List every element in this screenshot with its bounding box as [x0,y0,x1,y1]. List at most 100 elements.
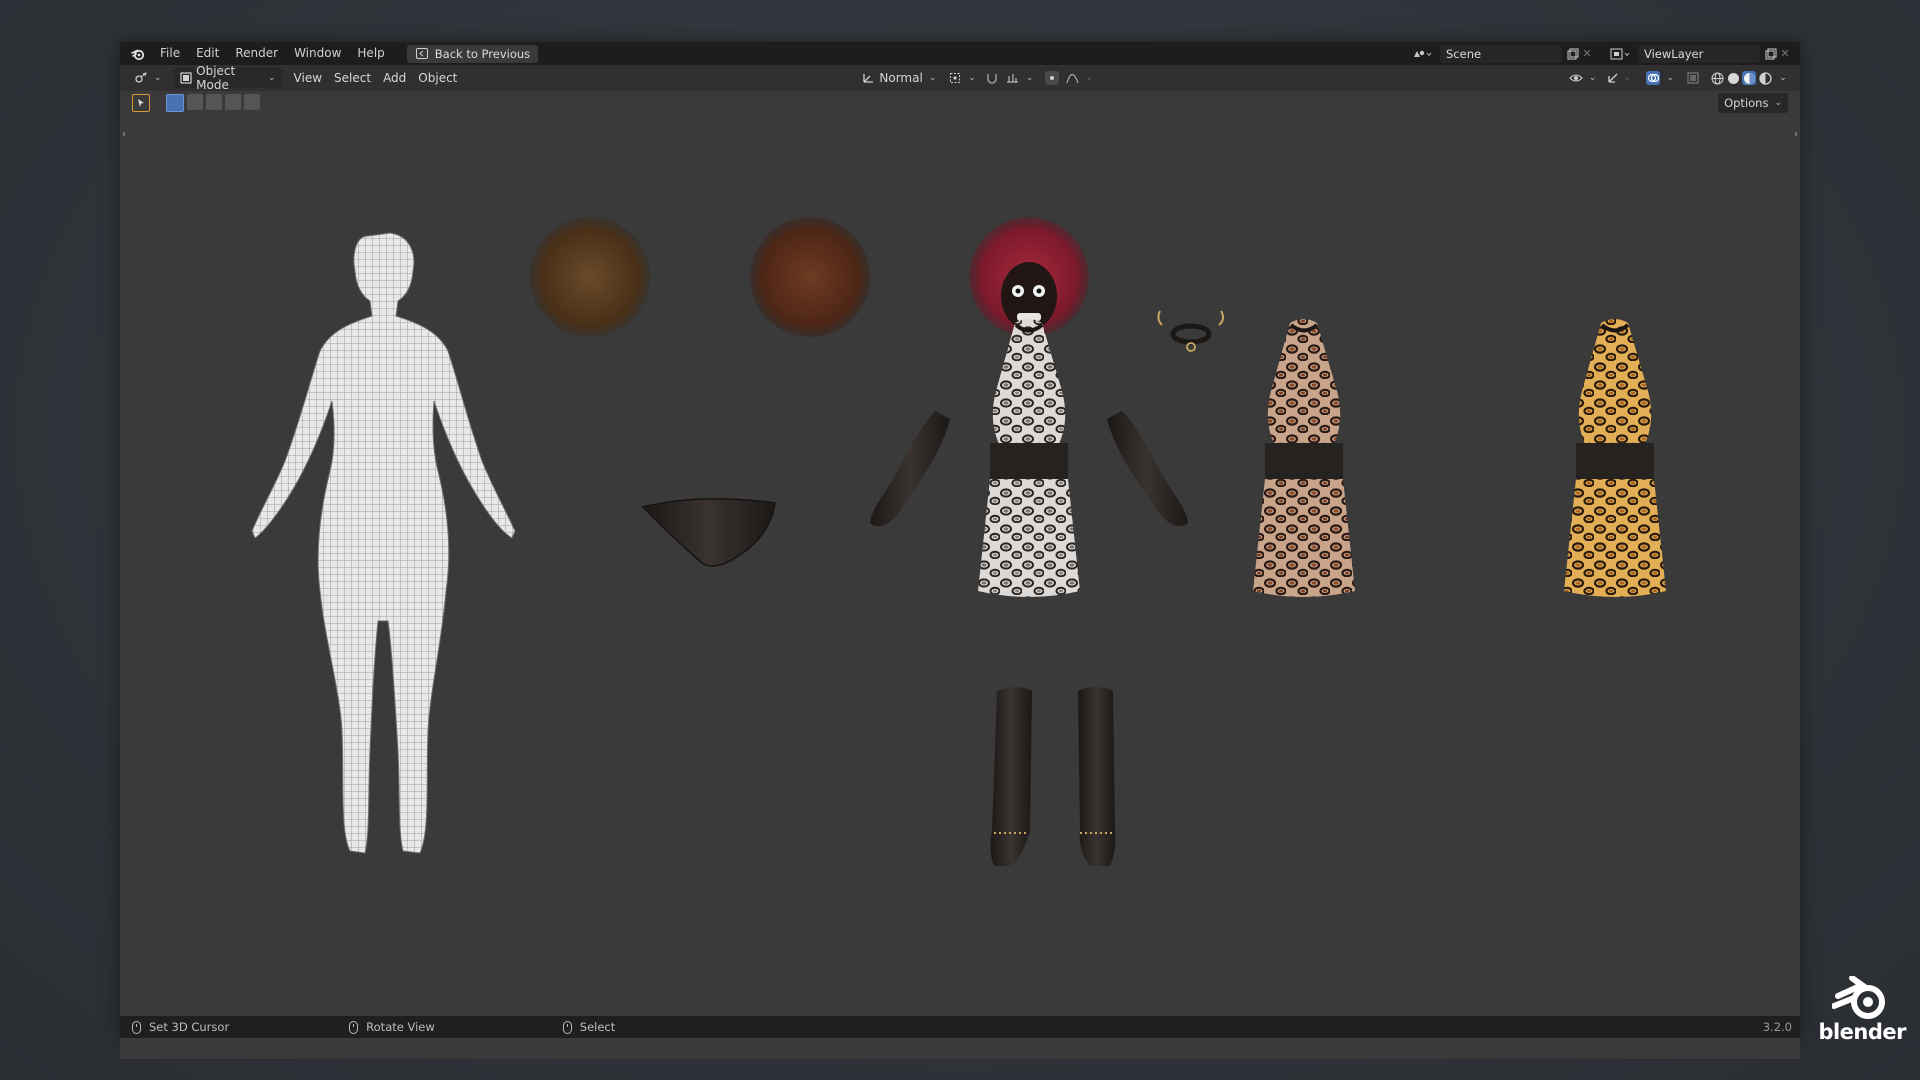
options-label: Options [1724,96,1769,110]
scene-canvas[interactable] [120,91,1800,1016]
chevron-down-icon: ⌄ [1085,73,1093,83]
tool-settings-row: Options ⌄ [120,91,1800,115]
status-right-click: Select [562,1020,616,1034]
view-layer-name: ViewLayer [1644,46,1704,61]
selection-mode-group [166,94,260,112]
scene-name-field[interactable]: Scene [1440,44,1562,63]
snap-icon [1006,71,1020,85]
dress-brown-leopard[interactable] [1253,319,1355,597]
blender-logo-icon [1832,976,1886,1019]
hair-afro-auburn[interactable] [750,217,870,337]
chevron-down-icon: ⌄ [1025,73,1034,83]
status-right-click-label: Select [579,1020,616,1034]
snap-target-dropdown[interactable]: ⌄ [1000,68,1040,88]
new-view-layer-icon[interactable] [1764,47,1778,61]
shading-mode-group [1710,71,1772,85]
shading-options-icon[interactable]: ⌄ [1776,71,1790,85]
shading-material-icon[interactable] [1742,71,1756,85]
glove-left[interactable] [870,411,950,527]
sidebar-expand-arrow-icon[interactable]: ‹ [1794,129,1798,140]
view-layer-icon[interactable] [1608,47,1634,61]
orientation-icon [861,71,875,85]
falloff-dropdown[interactable]: ⌄ [1059,68,1099,88]
transform-orientation-dropdown[interactable]: Normal ⌄ [855,68,942,88]
view-layer-field[interactable]: ViewLayer [1638,44,1760,63]
select-subtract-icon[interactable] [206,94,222,110]
overlay-dropdown[interactable]: ⌄ [1640,68,1680,88]
editor-type-button[interactable]: ⌄ [128,68,168,88]
jewelry-earrings-choker[interactable] [1157,310,1225,352]
select-intersect-icon[interactable] [244,94,260,110]
menu-view[interactable]: View [288,68,328,88]
shading-wire-icon[interactable] [1710,71,1724,85]
status-middle-click: Rotate View [349,1020,435,1034]
mode-selector[interactable]: Object Mode ⌄ [173,64,282,92]
chevron-down-icon: ⌄ [154,73,162,83]
delete-scene-icon[interactable]: ✕ [1580,47,1594,61]
snap-toggle-icon[interactable] [986,71,1000,85]
scene-selector-icon[interactable] [1410,47,1436,61]
visibility-icon [1569,71,1583,85]
pivot-icon [948,71,962,85]
overlay-icon [1646,71,1661,85]
back-icon [415,47,429,61]
xray-icon[interactable] [1686,71,1700,85]
hair-afro-brown[interactable] [530,217,650,337]
glove-right[interactable] [1107,411,1188,527]
blender-wordmark: blender [1818,1020,1906,1044]
chevron-down-icon: ⌄ [268,73,276,83]
dress-snow-leopard[interactable] [978,319,1080,597]
chevron-down-icon: ⌄ [1774,98,1782,108]
back-to-previous-label: Back to Previous [434,46,531,61]
status-bar: Set 3D Cursor Rotate View Select 3.2.0 [120,1016,1800,1038]
select-invert-icon[interactable] [225,94,241,110]
mouse-left-icon [132,1020,141,1034]
menu-help[interactable]: Help [349,42,392,65]
menu-window[interactable]: Window [286,42,349,65]
pivot-point-dropdown[interactable]: ⌄ [942,68,982,88]
options-dropdown[interactable]: Options ⌄ [1718,93,1788,113]
mouse-right-icon [562,1020,572,1034]
viewport-header: ⌄ Object Mode ⌄ View Select Add Object N… [120,64,1800,92]
blender-logo-icon[interactable] [130,46,146,62]
toolbar-expand-arrow-icon[interactable]: › [122,129,126,140]
select-tool-icon[interactable] [132,94,150,112]
menu-edit[interactable]: Edit [188,42,227,65]
chevron-down-icon: ⌄ [1588,73,1597,83]
base-body-mesh[interactable] [251,232,516,854]
gizmo-dropdown-icon[interactable]: ⌄ [1620,71,1634,85]
falloff-icon [1065,71,1079,85]
blender-brand-mark: blender [1818,976,1906,1044]
gizmo-icon[interactable] [1606,71,1620,85]
proportional-icon[interactable] [1045,71,1060,85]
underwear-mesh[interactable] [641,498,776,567]
shading-solid-icon[interactable] [1726,71,1740,85]
chevron-down-icon: ⌄ [968,73,976,83]
menu-render[interactable]: Render [227,42,286,65]
status-middle-click-label: Rotate View [366,1020,435,1034]
3d-viewport[interactable]: Options ⌄ › ‹ [120,91,1800,1059]
select-new-icon[interactable] [166,94,184,112]
status-left-click: Set 3D Cursor [132,1020,229,1034]
chevron-down-icon: ⌄ [1666,73,1674,83]
dress-gold-leopard[interactable] [1564,319,1666,597]
mode-label: Object Mode [196,64,236,92]
status-left-click-label: Set 3D Cursor [149,1020,230,1034]
top-bar: File Edit Render Window Help Back to Pre… [120,42,1800,65]
delete-view-layer-icon[interactable]: ✕ [1778,47,1792,61]
orientation-label: Normal [879,71,923,85]
boots-pair[interactable] [990,687,1116,866]
object-mode-icon [180,71,193,85]
menu-add[interactable]: Add [377,68,412,88]
new-scene-icon[interactable] [1566,47,1580,61]
scene-name: Scene [1446,46,1482,61]
menu-object[interactable]: Object [412,68,463,88]
select-extend-icon[interactable] [187,94,203,110]
menu-file[interactable]: File [152,42,188,65]
menu-select[interactable]: Select [328,68,377,88]
hair-afro-red-with-head[interactable] [969,217,1089,337]
shading-rendered-icon[interactable] [1758,71,1772,85]
visibility-dropdown[interactable]: ⌄ [1563,68,1603,88]
version-label: 3.2.0 [1762,1020,1792,1034]
back-to-previous-button[interactable]: Back to Previous [406,44,539,63]
